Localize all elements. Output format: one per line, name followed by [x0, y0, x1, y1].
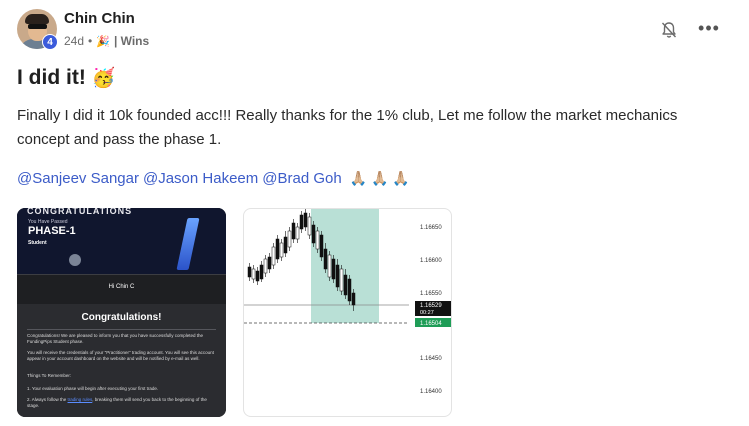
candle-body — [263, 258, 268, 274]
email-greeting: Hi Chin C — [108, 284, 135, 290]
email-list-item: 1. Your evaluation phase will begin afte… — [27, 386, 159, 391]
candle-body — [311, 224, 316, 244]
level-badge: 4 — [42, 34, 58, 50]
banner-title: CONGRATULATIONS — [27, 208, 133, 216]
price-label: 1.16400 — [420, 389, 442, 395]
meta-separator: • — [88, 34, 93, 48]
candle-body — [331, 258, 336, 280]
candle-body — [295, 226, 300, 240]
candle-body — [251, 268, 256, 280]
mention-link[interactable]: @Sanjeev Sangar — [17, 170, 139, 187]
post-meta: 24d • 🎉 | Wins — [64, 34, 149, 48]
list-item-text: 2. Always follow the — [27, 397, 68, 402]
price-label: 1.16550 — [420, 291, 442, 297]
banner-phase: PHASE-1 — [28, 225, 76, 237]
candle-body — [303, 212, 308, 228]
price-label: 1.16650 — [420, 225, 442, 231]
post-category[interactable]: | Wins — [114, 34, 149, 48]
candle-body — [247, 266, 252, 278]
trading-rules-link[interactable]: trading rules — [68, 397, 93, 402]
candle-body — [283, 236, 288, 254]
banner-graphic — [176, 218, 200, 270]
divider — [27, 329, 216, 330]
post-body: Finally I did it 10k founded acc!!! Real… — [17, 107, 678, 148]
price-label: 1.16450 — [420, 356, 442, 362]
mention-link[interactable]: @Brad Goh — [262, 170, 341, 187]
price-label: 1.16600 — [420, 258, 442, 264]
candle-body — [291, 222, 296, 240]
candle-body — [279, 242, 284, 258]
candle-body — [327, 254, 332, 278]
mentions-row: @Sanjeev Sangar @Jason Hakeem @Brad Goh … — [17, 170, 410, 187]
candle-body — [287, 230, 292, 248]
candle-body — [259, 264, 264, 280]
candlestick-chart: 1.16650 1.16600 1.16550 1.16450 1.16400 … — [244, 209, 451, 395]
candle-body — [267, 256, 272, 270]
bell-off-icon[interactable] — [659, 20, 679, 40]
candle-body — [275, 238, 280, 260]
candle-body — [351, 292, 356, 306]
email-heading: Congratulations! — [81, 312, 162, 323]
more-options-icon[interactable]: ••• — [697, 18, 721, 38]
candle-body — [339, 268, 344, 292]
candle-body — [307, 216, 312, 236]
candle-body — [255, 270, 260, 282]
highlight-zone — [311, 209, 379, 323]
post-title-text: I did it! — [17, 66, 86, 89]
candle-body — [271, 246, 276, 266]
party-popper-icon: 🎉 — [96, 35, 110, 48]
candle-countdown: 00:27 — [420, 310, 434, 316]
author-name[interactable]: Chin Chin — [64, 10, 135, 27]
email-paragraph: Things To Remember: — [27, 373, 72, 378]
current-price: 1.16529 — [420, 303, 442, 309]
candle-body — [347, 278, 352, 302]
candle-body — [343, 274, 348, 296]
email-paragraph: Congratulations! We are pleased to infor… — [27, 333, 204, 344]
candle-body — [319, 234, 324, 258]
candle-body — [323, 248, 328, 270]
party-face-icon: 🥳 — [91, 68, 116, 89]
mention-link[interactable]: @Jason Hakeem — [143, 170, 258, 187]
email-banner: CONGRATULATIONS You Have Passed PHASE-1 … — [17, 208, 226, 274]
bid-price: 1.16504 — [420, 321, 442, 327]
praying-hands-icon: 🙏🏼 🙏🏼 🙏🏼 — [349, 170, 410, 186]
email-paragraph: You will receive the credentials of your… — [27, 350, 214, 361]
email-list-item: 2. Always follow the trading rules, brea… — [27, 397, 217, 409]
attachment-price-chart[interactable]: 1.16650 1.16600 1.16550 1.16450 1.16400 … — [243, 208, 452, 417]
attachment-congratulations-email[interactable]: CONGRATULATIONS You Have Passed PHASE-1 … — [17, 208, 226, 417]
post-title: I did it! 🥳 — [17, 66, 116, 90]
banner-logo — [69, 254, 81, 266]
candle-body — [299, 214, 304, 230]
candle-body — [315, 230, 320, 250]
banner-role: Student — [28, 240, 47, 246]
post-time: 24d — [64, 34, 85, 48]
candle-body — [335, 264, 340, 288]
